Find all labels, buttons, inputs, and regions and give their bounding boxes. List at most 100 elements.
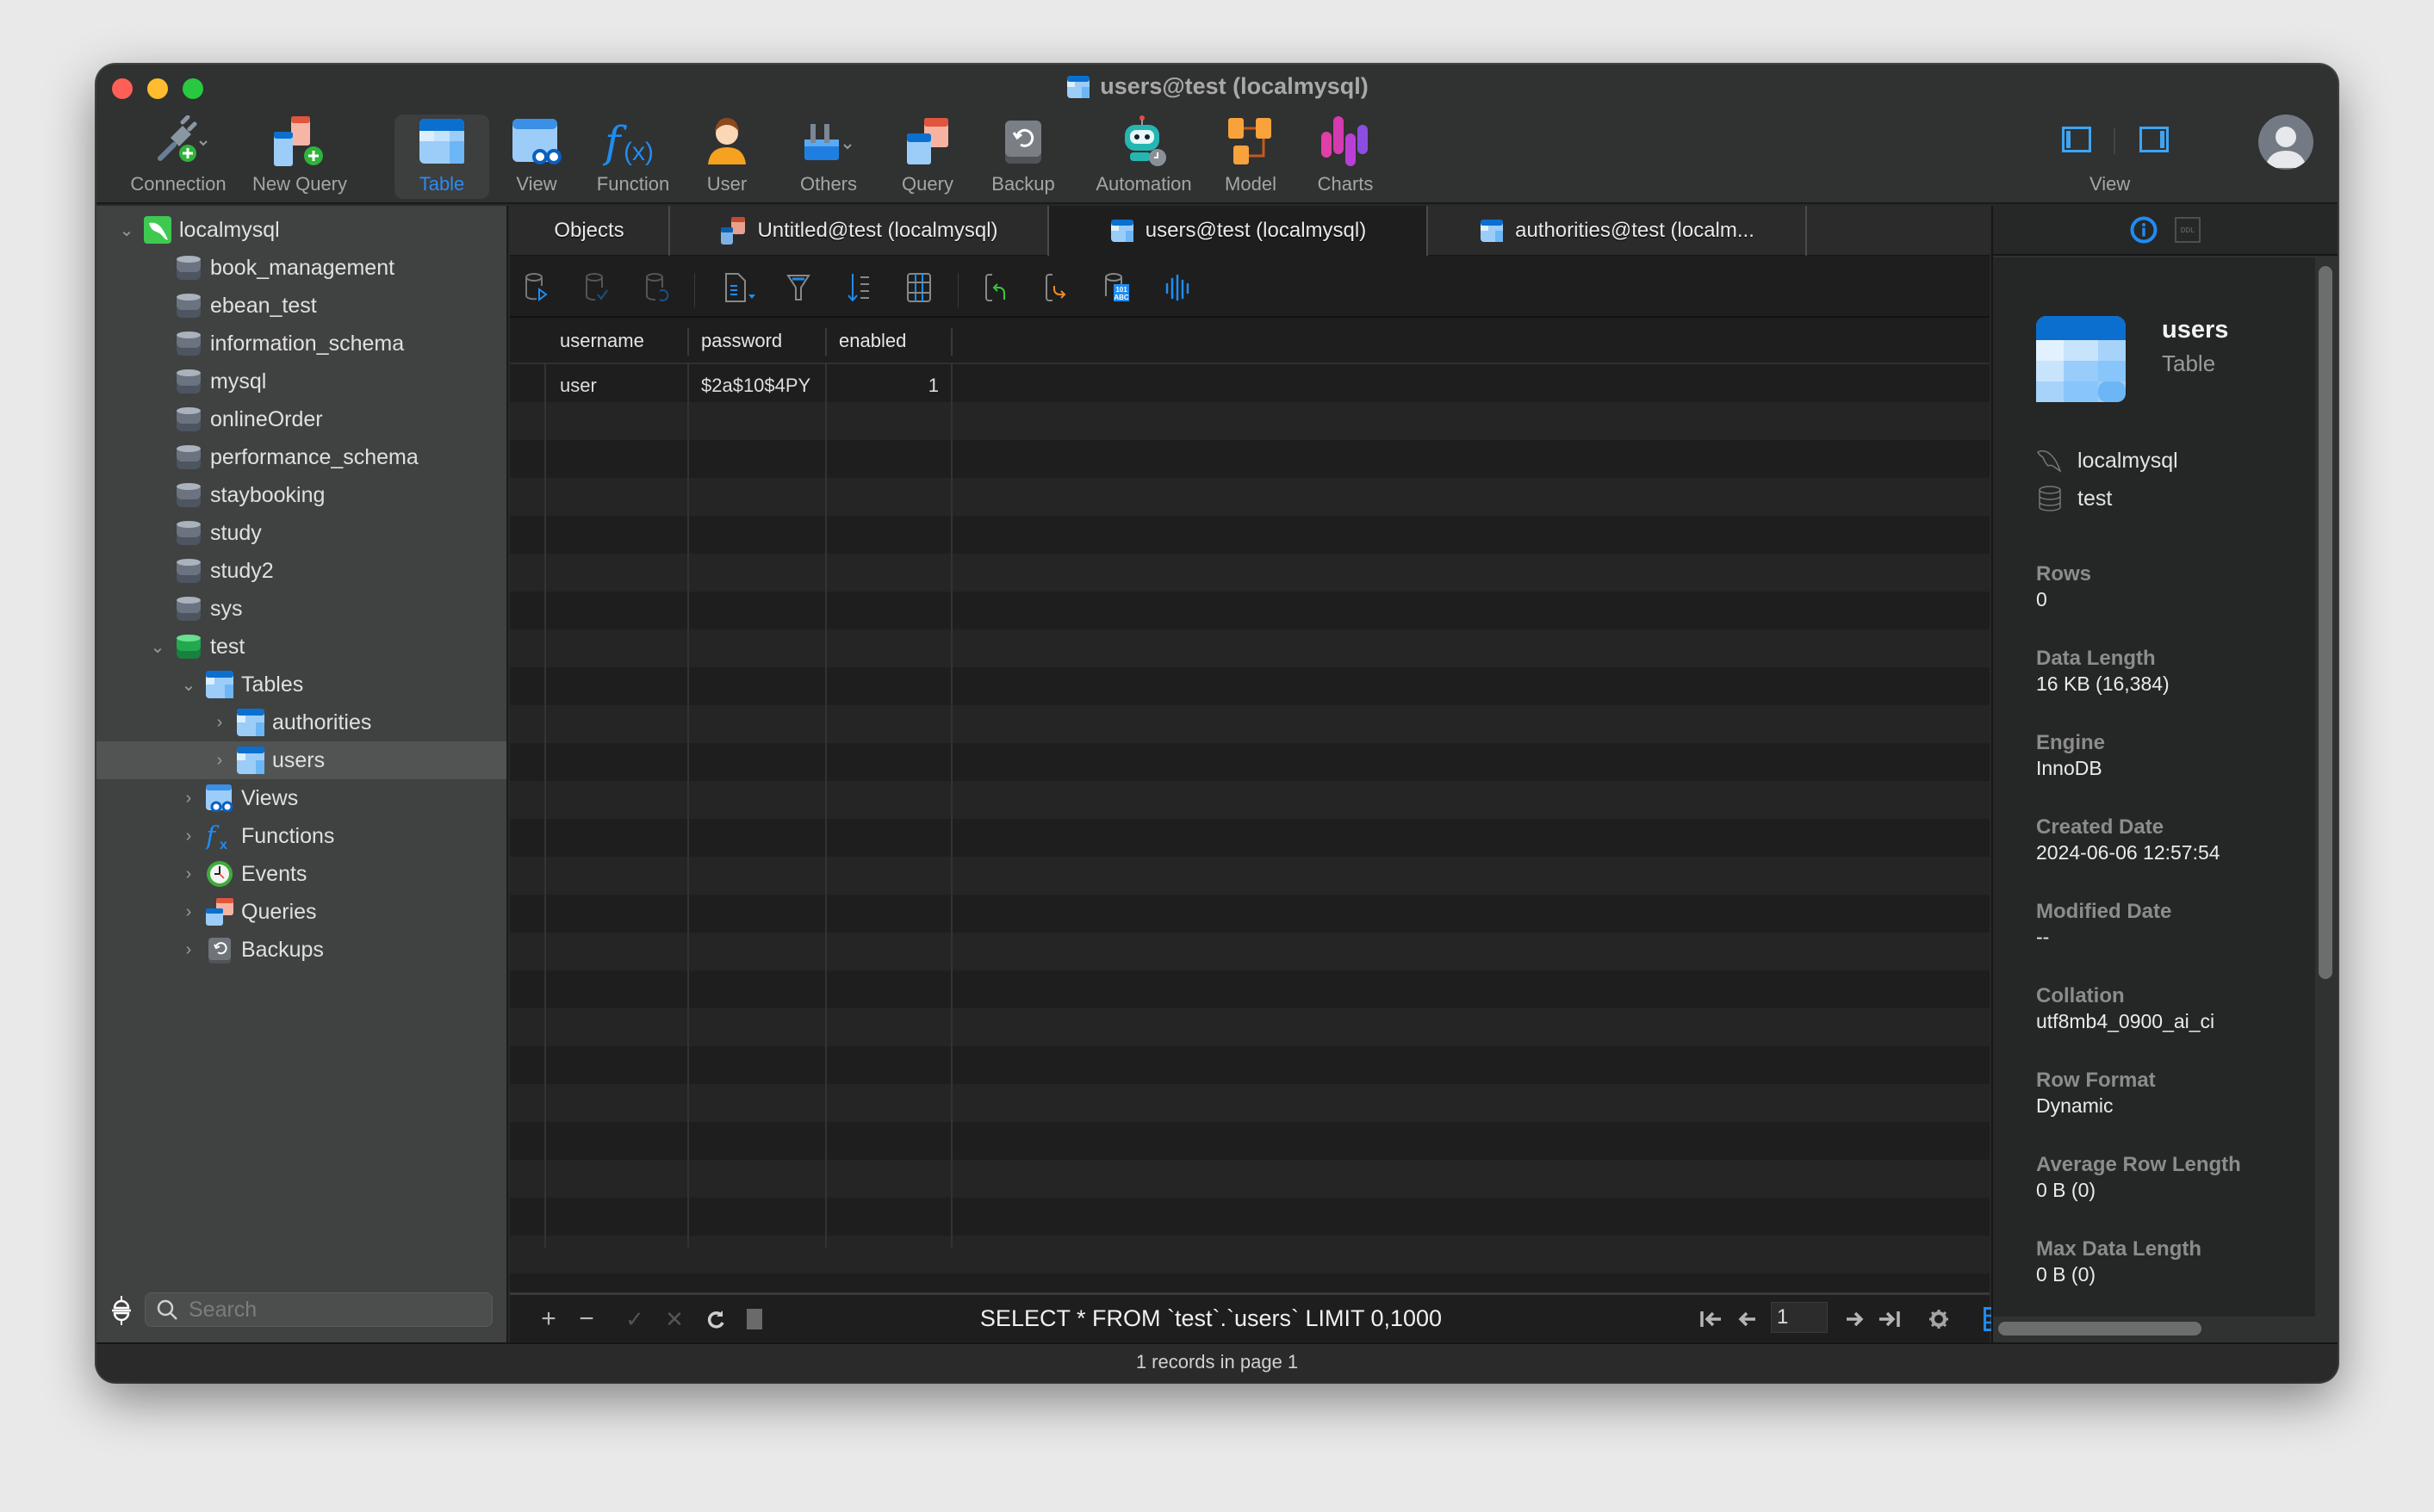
commit-button[interactable] [581, 271, 613, 304]
grid-row-stripe [510, 402, 1990, 440]
info-panel-horizontal-scrollbar[interactable] [1998, 1322, 2201, 1335]
tab-users-table[interactable]: users@test (localmysql) [1049, 206, 1428, 256]
tab-objects[interactable]: Objects [510, 206, 670, 256]
ddl-tab-button[interactable]: DDL [2175, 217, 2201, 243]
cell-username[interactable]: user [560, 375, 680, 397]
add-record-button[interactable]: + [536, 1304, 562, 1335]
page-number-input[interactable] [1771, 1302, 1828, 1333]
refresh-button[interactable] [703, 1304, 729, 1335]
toolbar-others-button[interactable]: Others [785, 115, 872, 199]
columns-button[interactable] [903, 271, 935, 304]
toolbar-automation-button[interactable]: Automation [1075, 115, 1213, 199]
column-header-password[interactable]: password [701, 330, 782, 352]
apply-changes-button[interactable]: ✓ [622, 1304, 648, 1335]
profile-button[interactable] [1161, 271, 1194, 304]
tree-group-backups[interactable]: › Backups [96, 931, 506, 969]
next-page-button[interactable] [1841, 1304, 1867, 1335]
toolbar-charts-button[interactable]: Charts [1302, 115, 1388, 199]
tree-database[interactable]: onlineOrder [96, 400, 506, 438]
sidebar-search-input[interactable] [189, 1297, 481, 1323]
export-button[interactable] [1040, 271, 1073, 304]
info-property-value: 0 [2036, 588, 2047, 610]
toggle-left-panel-button[interactable] [2062, 127, 2091, 152]
tree-table-authorities[interactable]: › authorities [96, 703, 506, 741]
chevron-right-icon[interactable]: › [207, 713, 233, 733]
chevron-right-icon[interactable]: › [176, 864, 202, 884]
chevron-right-icon[interactable]: › [176, 789, 202, 809]
toolbar-view-button[interactable]: View [498, 115, 575, 199]
rollback-button[interactable] [641, 271, 674, 304]
previous-page-button[interactable] [1735, 1304, 1760, 1335]
tree-table-users[interactable]: › users [96, 741, 506, 779]
toggle-right-panel-button[interactable] [2139, 127, 2169, 152]
view-icon [512, 119, 562, 164]
tree-label: Events [241, 861, 307, 886]
connection-filter-button[interactable] [109, 1296, 134, 1325]
chevron-right-icon[interactable]: › [176, 940, 202, 960]
tree-group-tables[interactable]: ⌄ Tables [96, 666, 506, 703]
table-icon [1110, 220, 1133, 242]
toolbar-connection-button[interactable]: Connection [107, 115, 250, 199]
sidebar-search[interactable] [145, 1292, 493, 1327]
sort-button[interactable] [842, 271, 875, 304]
begin-transaction-button[interactable] [520, 271, 553, 304]
toolbar-user-button[interactable]: User [692, 115, 761, 199]
tree-database[interactable]: study2 [96, 552, 506, 590]
toolbar-model-button[interactable]: Model [1208, 115, 1294, 199]
stop-button[interactable] [744, 1304, 765, 1335]
chevron-down-icon[interactable]: ⌄ [176, 674, 202, 696]
chevron-right-icon[interactable]: › [207, 751, 233, 771]
column-header-username[interactable]: username [560, 330, 644, 352]
data-generation-button[interactable]: 101 ABC [1101, 271, 1133, 304]
column-header-enabled[interactable]: enabled [839, 330, 906, 352]
cell-enabled[interactable]: 1 [839, 375, 939, 397]
import-button[interactable] [980, 271, 1013, 304]
tree-database-test[interactable]: ⌄ test [96, 628, 506, 666]
tree-database[interactable]: study [96, 514, 506, 552]
grid-row-stripe [510, 554, 1990, 592]
chevron-right-icon[interactable]: › [176, 902, 202, 922]
tab-untitled-query[interactable]: Untitled@test (localmysql) [670, 206, 1049, 256]
toolbar-backup-button[interactable]: Backup [980, 115, 1066, 199]
column-resize-handle[interactable] [687, 328, 689, 356]
tree-group-views[interactable]: › Views [96, 779, 506, 817]
account-avatar[interactable] [2258, 115, 2313, 170]
tree-database[interactable]: sys [96, 590, 506, 628]
delete-record-button[interactable]: − [574, 1304, 599, 1335]
grid-settings-button[interactable] [1926, 1304, 1952, 1335]
tab-authorities-table[interactable]: authorities@test (localm... [1428, 206, 1807, 256]
database-commit-icon [585, 273, 608, 301]
text-export-button[interactable] [720, 271, 760, 304]
toolbar-table-button[interactable]: Table [394, 115, 489, 199]
tree-connection-localmysql[interactable]: ⌄ localmysql [96, 211, 506, 249]
toolbar-new-query-button[interactable]: New Query [239, 115, 360, 199]
tree-database[interactable]: information_schema [96, 325, 506, 363]
discard-changes-button[interactable]: ✕ [661, 1304, 687, 1335]
tree-group-events[interactable]: › Events [96, 855, 506, 893]
column-resize-handle[interactable] [951, 328, 953, 356]
tree-database[interactable]: staybooking [96, 476, 506, 514]
info-property-label: Average Row Length [2036, 1153, 2241, 1176]
filter-button[interactable] [782, 271, 815, 304]
sql-preview[interactable]: SELECT * FROM `test`.`users` LIMIT 0,100… [980, 1305, 1442, 1331]
first-page-button[interactable] [1698, 1304, 1724, 1335]
tree-database[interactable]: mysql [96, 363, 506, 400]
column-resize-handle[interactable] [825, 328, 827, 356]
tree-group-queries[interactable]: › Queries [96, 893, 506, 931]
cell-password[interactable]: $2a$10$4PY [701, 375, 823, 397]
chevron-right-icon[interactable]: › [176, 827, 202, 846]
tree-group-functions[interactable]: › fx Functions [96, 817, 506, 855]
tree-database[interactable]: book_management [96, 249, 506, 287]
chevron-down-icon[interactable]: ⌄ [114, 220, 140, 241]
info-tab-button[interactable] [2130, 216, 2158, 244]
tree-label: study [210, 520, 262, 545]
arrow-right-icon [1847, 1311, 1864, 1327]
grid-row-stripe [510, 629, 1990, 667]
tree-database[interactable]: ebean_test [96, 287, 506, 325]
toolbar-function-button[interactable]: f (x) Function [586, 115, 680, 199]
chevron-down-icon[interactable]: ⌄ [145, 636, 171, 658]
last-page-button[interactable] [1876, 1304, 1902, 1335]
info-panel-vertical-scrollbar[interactable] [2319, 266, 2332, 979]
tree-database[interactable]: performance_schema [96, 438, 506, 476]
toolbar-query-button[interactable]: Query [889, 115, 966, 199]
